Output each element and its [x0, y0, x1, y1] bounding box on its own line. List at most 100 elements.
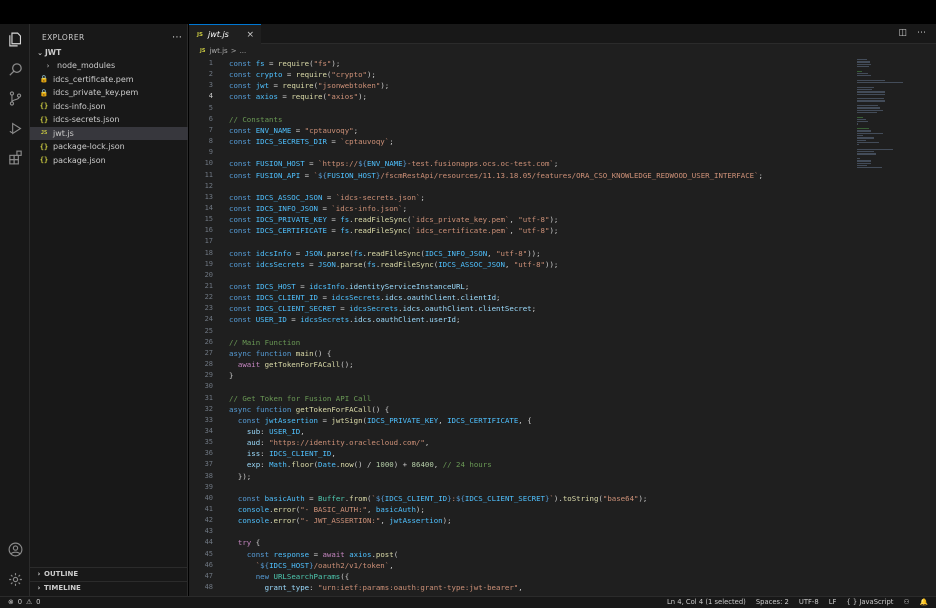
extensions-icon[interactable] [4, 146, 26, 168]
end-of-line[interactable]: LF [829, 598, 837, 606]
minimap-line [857, 98, 884, 100]
folder-jwt[interactable]: ⌄ JWT [30, 46, 188, 59]
code-line[interactable]: // Get Token for Fusion API Call [229, 393, 371, 404]
breadcrumb: JS jwt.js > ... [189, 44, 936, 57]
code-line[interactable]: grant_type: "urn:ietf:params:oauth:grant… [229, 582, 523, 593]
code-line[interactable]: sub: USER_ID, [229, 426, 305, 437]
tree-item-package-json[interactable]: {} package.json [30, 154, 188, 168]
code-line[interactable]: `${IDCS_HOST}/oauth2/v1/token`, [229, 560, 394, 571]
code-line[interactable]: const FUSION_HOST = `https://${ENV_NAME}… [229, 158, 558, 169]
explorer-icon[interactable] [4, 28, 26, 50]
language-mode[interactable]: { } JavaScript [846, 598, 893, 606]
code-line[interactable]: exp: Math.floor(Date.now() / 1000) + 864… [229, 459, 492, 470]
code-line[interactable]: // Constants [229, 114, 282, 125]
line-number: 35 [204, 438, 213, 447]
code-line[interactable]: aud: "https://identity.oraclecloud.com/"… [229, 437, 429, 448]
code-line[interactable]: const IDCS_CLIENT_ID = idcsSecrets.idcs.… [229, 292, 501, 303]
line-number: 24 [204, 315, 213, 324]
code-line[interactable]: const IDCS_HOST = idcsInfo.identityServi… [229, 281, 469, 292]
run-debug-icon[interactable] [4, 117, 26, 139]
outline-section[interactable]: › OUTLINE [30, 567, 188, 580]
minimap-line [857, 88, 873, 91]
code-line[interactable]: const FUSION_API = `${FUSION_HOST}/fscmR… [229, 170, 763, 181]
code-line[interactable]: const idcsSecrets = JSON.parse(fs.readFi… [229, 259, 558, 270]
problems-indicator[interactable]: ⊗ 0 ⚠ 0 [8, 598, 40, 606]
code-line[interactable]: iss: IDCS_CLIENT_ID, [229, 448, 336, 459]
minimap-line [857, 132, 883, 134]
tree-item-idcs-certificate[interactable]: 🔒 idcs_certificate.pem [30, 73, 188, 87]
code-editor[interactable]: 1 2 3 4 5 6 7 8 9 10 11 12 13 14 15 16 17 18 19 20 21 22 23 24 2… [189, 57, 936, 596]
indentation[interactable]: Spaces: 2 [756, 598, 789, 606]
line-number: 2 [208, 70, 213, 79]
timeline-section[interactable]: › TIMELINE [30, 581, 188, 594]
source-control-icon[interactable] [4, 87, 26, 109]
line-number: 30 [204, 382, 213, 391]
code-line[interactable]: async function getTokenForFACall() { [229, 404, 389, 415]
minimap-line [857, 162, 872, 164]
minimap-line [857, 167, 883, 169]
line-number: 34 [204, 426, 213, 435]
code-line[interactable]: const IDCS_CERTIFICATE = fs.readFileSync… [229, 225, 558, 236]
line-number: 1 [208, 59, 213, 67]
minimap[interactable] [855, 57, 925, 596]
tree-item-idcs-secrets[interactable]: {} idcs-secrets.json [30, 113, 188, 127]
close-icon[interactable]: × [246, 30, 254, 40]
code-line[interactable]: const USER_ID = idcsSecrets.idcs.oauthCl… [229, 314, 460, 325]
code-line[interactable]: const basicAuth = Buffer.from(`${IDCS_CL… [229, 493, 647, 504]
line-number: 28 [204, 360, 213, 369]
tree-item-idcs-private-key[interactable]: 🔒 idcs_private_key.pem [30, 86, 188, 100]
tree-item-node-modules[interactable]: › node_modules [30, 59, 188, 73]
code-line[interactable]: const IDCS_CLIENT_SECRET = idcsSecrets.i… [229, 303, 536, 314]
more-actions-icon[interactable]: ⋯ [172, 32, 182, 43]
minimap-line [857, 75, 872, 77]
code-line[interactable]: const IDCS_SECRETS_DIR = `cptauvoqy`; [229, 136, 394, 147]
cursor-position[interactable]: Ln 4, Col 4 (1 selected) [667, 598, 746, 606]
line-number: 22 [204, 293, 213, 302]
account-icon[interactable] [4, 538, 26, 560]
code-line[interactable]: new URLSearchParams({ [229, 571, 349, 582]
code-line[interactable]: const IDCS_INFO_JSON = `idcs-info.json`; [229, 203, 407, 214]
code-line[interactable]: await getTokenForFACall(); [229, 359, 354, 370]
code-line[interactable]: } [229, 370, 233, 381]
code-line[interactable]: const fs = require("fs"); [229, 58, 340, 69]
code-line[interactable]: const IDCS_PRIVATE_KEY = fs.readFileSync… [229, 214, 558, 225]
code-line[interactable]: async function main() { [229, 348, 331, 359]
code-area[interactable]: const fs = require("fs"); const crypto = … [229, 57, 849, 596]
code-line[interactable]: console.error("- BASIC_AUTH:", basicAuth… [229, 504, 425, 515]
js-icon: JS [40, 130, 48, 137]
minimap-line [857, 144, 859, 146]
minimap-line [857, 100, 886, 102]
line-number: 37 [204, 460, 213, 469]
tree-item-idcs-info[interactable]: {} idcs-info.json [30, 100, 188, 114]
line-number: 26 [204, 337, 213, 346]
settings-gear-icon[interactable] [4, 568, 26, 590]
breadcrumb-symbols[interactable]: ... [240, 47, 247, 55]
code-line[interactable]: const idcsInfo = JSON.parse(fs.readFileS… [229, 248, 541, 259]
copilot-icon[interactable]: ⚇ [903, 598, 909, 606]
chevron-right-icon: › [37, 584, 41, 592]
encoding[interactable]: UTF-8 [799, 598, 819, 606]
notifications-bell-icon[interactable]: 🔔 [920, 598, 928, 606]
tree-item-jwt-js[interactable]: JS jwt.js [30, 126, 188, 140]
code-line[interactable]: const jwtAssertion = jwtSign(IDCS_PRIVAT… [229, 415, 532, 426]
code-line[interactable]: console.error("- JWT_ASSERTION:", jwtAss… [229, 515, 452, 526]
code-line[interactable]: // Main Function [229, 337, 300, 348]
more-actions-icon[interactable]: ⋯ [917, 28, 926, 38]
code-line[interactable]: const IDCS_ASSOC_JSON = `idcs-secrets.js… [229, 192, 425, 203]
chevron-right-icon: › [37, 570, 41, 578]
minimap-line [857, 121, 868, 123]
search-icon[interactable] [4, 58, 26, 80]
code-line[interactable]: const jwt = require("jsonwebtoken"); [229, 80, 389, 91]
code-line[interactable]: const ENV_NAME = "cptauvoqy"; [229, 125, 358, 136]
tree-item-package-lock[interactable]: {} package-lock.json [30, 140, 188, 154]
code-line[interactable]: const crypto = require("crypto"); [229, 69, 376, 80]
minimap-line [857, 93, 886, 95]
code-line[interactable]: }); [229, 471, 251, 482]
code-line[interactable]: const axios = require("axios"); [229, 91, 367, 102]
tab-jwt-js[interactable]: JS jwt.js × [189, 24, 261, 44]
code-line[interactable]: const response = await axios.post( [229, 549, 398, 560]
minimap-line [857, 72, 869, 75]
breadcrumb-file[interactable]: jwt.js [209, 47, 227, 55]
code-line[interactable]: try { [229, 537, 260, 548]
split-editor-icon[interactable]: ◫ [898, 28, 907, 38]
